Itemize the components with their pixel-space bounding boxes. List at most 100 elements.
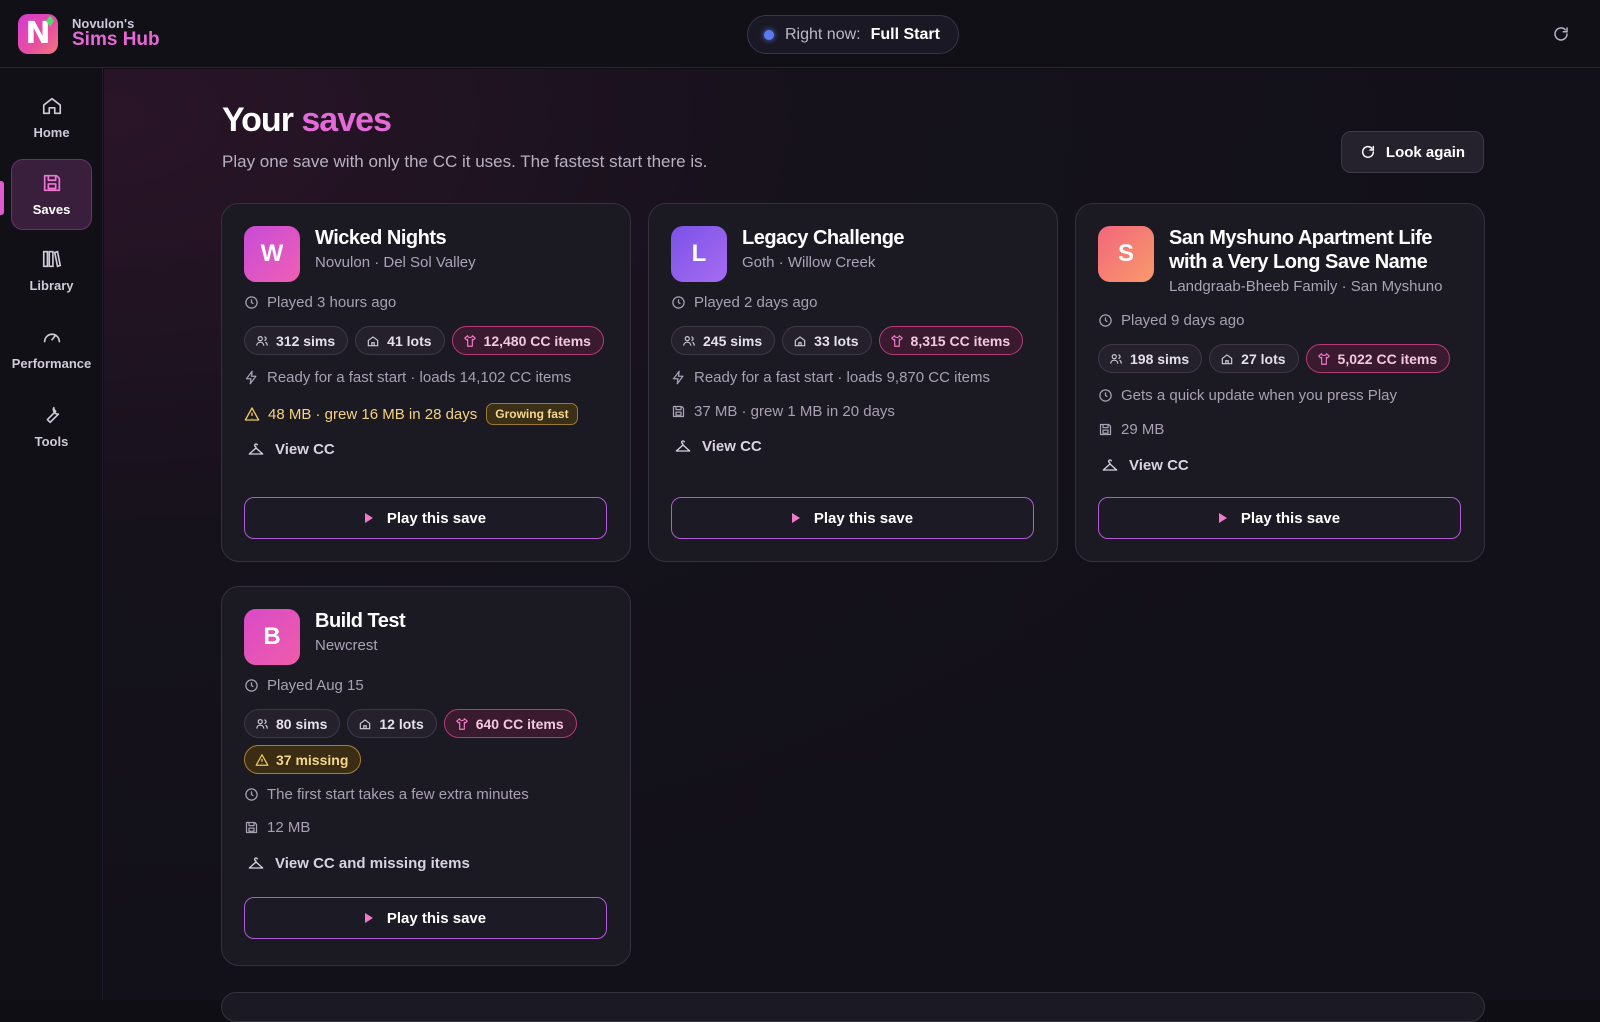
lightning-icon — [245, 370, 257, 385]
status-row: Ready for a fast start · loads 14,102 CC… — [244, 369, 571, 386]
look-again-label: Look again — [1385, 143, 1466, 161]
stats-chips: 80 sims 12 lots 640 CC items 37 missing — [244, 709, 624, 774]
missing-chip: 37 missing — [244, 745, 362, 774]
status-dot-icon — [764, 29, 774, 40]
shirt-icon — [455, 717, 468, 730]
clock-icon — [1099, 389, 1112, 402]
play-label: Play this save — [386, 509, 487, 527]
cc-chip: 5,022 CC items — [1305, 344, 1451, 373]
sidebar-item-saves[interactable]: Saves — [11, 159, 92, 230]
played-row: Played 2 days ago — [671, 294, 817, 311]
play-label: Play this save — [813, 509, 914, 527]
sims-count: 198 sims — [1130, 350, 1190, 367]
sims-chip: 245 sims — [671, 326, 776, 355]
status-text: Ready for a fast start · loads 9,870 CC … — [694, 369, 990, 386]
disk-icon — [1099, 423, 1112, 436]
shirt-icon — [1317, 352, 1330, 365]
sidebar-item-tools[interactable]: Tools — [11, 391, 92, 462]
sidebar-item-library[interactable]: Library — [11, 235, 92, 306]
status-text: Gets a quick update when you press Play — [1121, 387, 1397, 404]
clock-icon — [245, 679, 258, 692]
house-icon — [360, 718, 371, 729]
top-bar: N Novulon's Sims Hub Right now: Full Sta… — [0, 0, 1600, 68]
size-row: 12 MB — [244, 819, 310, 836]
status-text: The first start takes a few extra minute… — [267, 786, 529, 803]
cc-count: 8,315 CC items — [910, 332, 1011, 349]
played-row: Played 9 days ago — [1098, 312, 1244, 329]
play-label: Play this save — [386, 909, 487, 927]
warning-icon — [255, 753, 269, 766]
people-icon — [256, 718, 268, 729]
play-save-button[interactable]: Play this save — [671, 497, 1034, 539]
play-icon — [791, 513, 800, 523]
save-icon — [43, 174, 60, 192]
page-title-accent: saves — [301, 101, 392, 139]
sidebar-item-label: Tools — [34, 434, 69, 449]
size-text: 29 MB — [1121, 421, 1165, 438]
lots-count: 27 lots — [1241, 350, 1286, 367]
view-cc-label: View CC and missing items — [275, 855, 470, 872]
size-text: 48 MB · grew 16 MB in 28 days — [268, 405, 478, 423]
lots-count: 33 lots — [814, 332, 859, 349]
lots-count: 12 lots — [379, 715, 424, 732]
play-save-button[interactable]: Play this save — [1098, 497, 1461, 539]
growing-fast-badge: Growing fast — [486, 403, 578, 425]
hanger-icon — [248, 442, 264, 455]
active-indicator — [0, 181, 4, 215]
lots-count: 41 lots — [387, 332, 432, 349]
wrench-icon — [46, 406, 59, 424]
sims-chip: 312 sims — [244, 326, 349, 355]
hanger-icon — [248, 856, 264, 869]
play-save-button[interactable]: Play this save — [244, 897, 607, 939]
play-save-button[interactable]: Play this save — [244, 497, 607, 539]
clock-icon — [1099, 314, 1112, 327]
lots-chip: 27 lots — [1209, 344, 1299, 373]
save-subtitle: Landgraab-Bheeb Family · San Myshuno — [1169, 278, 1443, 295]
brand-owner: Novulon's — [72, 15, 135, 31]
lots-chip: 33 lots — [782, 326, 872, 355]
sidebar-item-home[interactable]: Home — [11, 82, 92, 153]
cc-chip: 8,315 CC items — [878, 326, 1024, 355]
save-card: S San Myshuno Apartment Life with a Very… — [1075, 203, 1485, 562]
main-content: Your saves Play one save with only the C… — [104, 69, 1600, 1022]
view-cc-link[interactable]: View CC and missing items — [248, 855, 470, 872]
refresh-icon[interactable] — [1552, 25, 1570, 43]
save-avatar: W — [244, 226, 300, 282]
warning-icon — [244, 407, 260, 421]
sidebar-item-label: Library — [29, 278, 74, 293]
view-cc-label: View CC — [1129, 457, 1189, 474]
look-again-button[interactable]: Look again — [1341, 131, 1484, 173]
status-row: Ready for a fast start · loads 9,870 CC … — [671, 369, 990, 386]
shirt-icon — [890, 334, 903, 347]
app-logo: N — [18, 13, 58, 54]
size-row: 29 MB — [1098, 421, 1164, 438]
view-cc-label: View CC — [275, 441, 335, 458]
brand[interactable]: N Novulon's Sims Hub — [18, 13, 160, 54]
view-cc-link[interactable]: View CC — [675, 438, 762, 455]
sidebar-item-label: Home — [33, 125, 70, 140]
save-avatar: L — [671, 226, 727, 282]
save-subtitle: Newcrest — [315, 637, 378, 654]
save-card: W Wicked Nights Novulon · Del Sol Valley… — [221, 203, 631, 562]
save-card: B Build Test Newcrest Played Aug 15 80 s… — [221, 586, 631, 966]
size-row: 48 MB · grew 16 MB in 28 days Growing fa… — [244, 403, 578, 425]
played-text: Played 9 days ago — [1121, 312, 1245, 329]
people-icon — [1110, 353, 1122, 364]
cc-count: 5,022 CC items — [1337, 350, 1438, 367]
house-icon — [367, 335, 379, 346]
save-avatar: B — [244, 609, 300, 665]
house-icon — [1221, 353, 1233, 364]
sidebar-item-performance[interactable]: Performance — [11, 313, 92, 384]
view-cc-link[interactable]: View CC — [248, 441, 335, 458]
status-row: The first start takes a few extra minute… — [244, 786, 529, 803]
clock-icon — [245, 296, 258, 309]
view-cc-link[interactable]: View CC — [1102, 457, 1189, 474]
brand-name: Sims Hub — [72, 29, 160, 51]
save-subtitle: Novulon · Del Sol Valley — [315, 254, 476, 271]
refresh-icon — [1361, 145, 1374, 158]
save-name: San Myshuno Apartment Life with a Very L… — [1169, 227, 1432, 273]
home-icon — [42, 97, 61, 115]
lots-chip: 12 lots — [347, 709, 437, 738]
cc-count: 12,480 CC items — [483, 332, 591, 349]
cc-chip: 12,480 CC items — [451, 326, 604, 355]
